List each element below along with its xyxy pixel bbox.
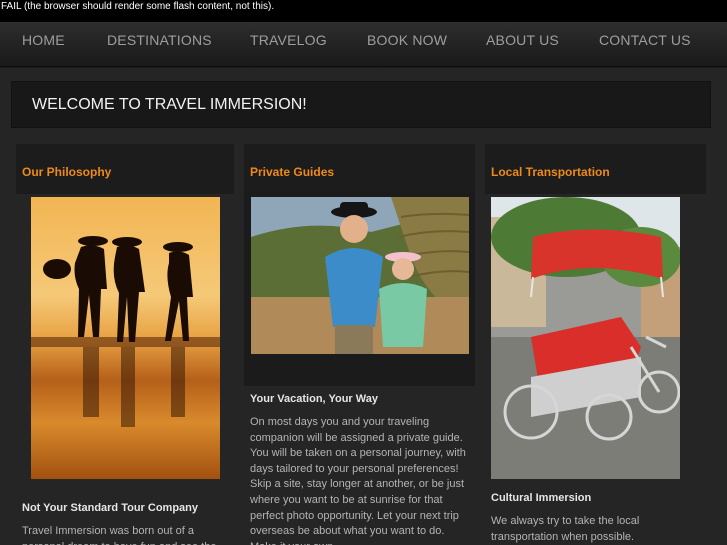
welcome-banner: WELCOME TO TRAVEL IMMERSION! [11, 81, 711, 128]
nav-about-us[interactable]: ABOUT US [486, 32, 559, 48]
nav-travelog[interactable]: TRAVELOG [250, 32, 327, 48]
nav-destinations[interactable]: DESTINATIONS [107, 32, 212, 48]
transport-subheading: Cultural Immersion [491, 492, 592, 504]
cyclo-rickshaw-photo [491, 197, 680, 479]
philosophy-header: Our Philosophy [16, 144, 234, 194]
travelers-with-guide-photo [251, 197, 469, 354]
welcome-title: WELCOME TO TRAVEL IMMERSION! [32, 96, 307, 113]
philosophy-subheading: Not Your Standard Tour Company [22, 502, 199, 514]
nav-home[interactable]: HOME [22, 32, 65, 48]
transport-header: Local Transportation [485, 144, 706, 194]
guides-subheading: Your Vacation, Your Way [250, 393, 378, 405]
nav-book-now[interactable]: BOOK NOW [367, 32, 447, 48]
guides-header: Private Guides [244, 144, 475, 194]
nav-contact-us[interactable]: CONTACT US [599, 32, 691, 48]
guides-text: On most days you and your traveling comp… [250, 416, 466, 545]
transport-heading: Local Transportation [491, 165, 610, 179]
philosophy-heading: Our Philosophy [22, 165, 112, 179]
transport-text: We always try to take the local transpor… [491, 515, 640, 543]
main-navigation: HOME DESTINATIONS TRAVELOG BOOK NOW ABOU… [0, 22, 727, 67]
flash-fallback-notice: FAIL (the browser should render some fla… [0, 0, 727, 22]
philosophy-text: Travel Immersion was born out of a perso… [22, 525, 216, 545]
guides-heading: Private Guides [250, 165, 335, 179]
silhouettes-on-beach-photo [31, 197, 220, 479]
